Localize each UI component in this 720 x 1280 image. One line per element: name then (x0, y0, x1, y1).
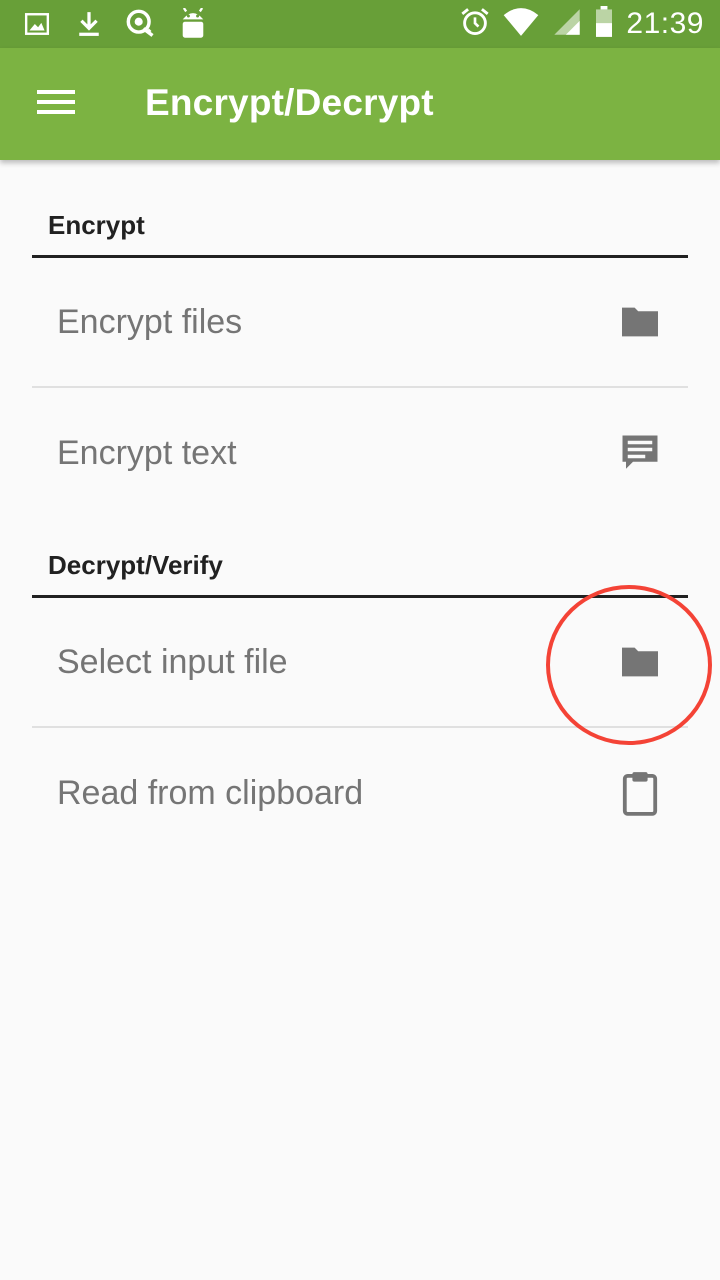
signal-icon (552, 7, 582, 42)
download-icon (74, 8, 104, 40)
pgp-key-icon (126, 8, 156, 40)
page-title: Encrypt/Decrypt (145, 82, 434, 123)
select-input-file-label: Select input file (57, 642, 288, 681)
status-clock: 21:39 (626, 7, 704, 40)
read-from-clipboard-item[interactable]: Read from clipboard (32, 728, 688, 858)
wifi-icon (502, 7, 540, 42)
image-icon (22, 8, 52, 40)
menu-icon (37, 88, 75, 121)
android-icon (178, 8, 208, 40)
section-header-decrypt: Decrypt/Verify (32, 550, 688, 598)
read-from-clipboard-label: Read from clipboard (57, 773, 364, 812)
select-input-file-item[interactable]: Select input file (32, 598, 688, 728)
menu-button[interactable] (22, 76, 90, 132)
folder-icon (612, 294, 668, 350)
status-left-icons (22, 8, 208, 40)
clipboard-icon (612, 765, 668, 821)
encrypt-text-item[interactable]: Encrypt text (32, 388, 688, 518)
folder-icon[interactable] (612, 634, 668, 690)
encrypt-files-label: Encrypt files (57, 302, 243, 341)
encrypt-text-label: Encrypt text (57, 433, 237, 472)
status-bar: 21:39 (0, 0, 720, 48)
alarm-icon (460, 7, 490, 42)
battery-icon (594, 5, 614, 43)
section-header-encrypt: Encrypt (32, 210, 688, 258)
status-right-icons: 21:39 (460, 5, 704, 43)
app-bar: Encrypt/Decrypt (0, 48, 720, 160)
encrypt-files-item[interactable]: Encrypt files (32, 258, 688, 388)
message-icon (612, 425, 668, 481)
